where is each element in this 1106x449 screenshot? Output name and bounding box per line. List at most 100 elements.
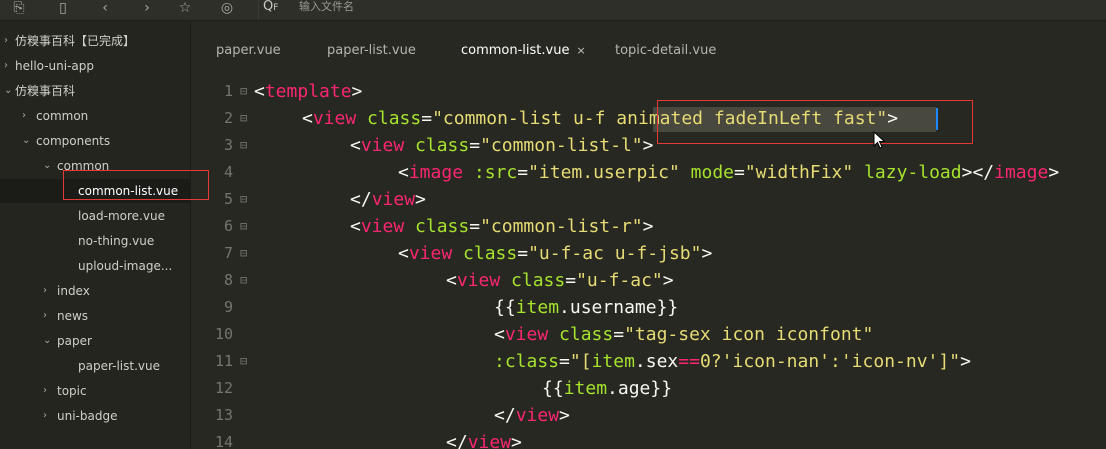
code-token: > [351,81,363,102]
code-token: < [398,243,409,264]
tree-folder[interactable]: › news [0,304,190,328]
close-icon[interactable]: × [576,44,585,57]
tree-folder[interactable]: ⌄ 仿糗事百科 [0,79,190,103]
tree-item-label: news [57,309,89,323]
code-line[interactable]: <view class="u-f-ac u-f-jsb"> [398,240,712,267]
chevron-right-icon[interactable]: › [22,104,34,128]
code-token: = [517,243,529,264]
code-token: 0?'icon-nan':'icon-nv']" [699,351,961,372]
code-line[interactable]: <view class="tag-sex icon iconfont" [494,321,873,348]
line-number: 11 [214,352,233,370]
code-token: "tag-sex icon iconfont" [624,324,874,345]
code-token: == [678,351,700,372]
code-token: view [515,405,560,426]
code-line[interactable]: </view> [446,429,522,449]
fold-toggle-icon[interactable]: ⊟ [240,213,247,240]
chevron-right-icon[interactable]: › [43,279,55,303]
tree-folder[interactable]: ⌄ components [0,129,190,153]
chevron-down-icon[interactable]: ⌄ [43,154,55,178]
tree-folder[interactable]: › index [0,279,190,303]
code-token: = [613,324,625,345]
fold-toggle-icon[interactable]: ⊟ [240,78,247,105]
annotation-highlight-box [63,170,209,200]
save-icon[interactable]: ▯ [52,1,74,19]
line-number: 9 [223,298,233,316]
tab-common-list-vue[interactable]: common-list.vue × [461,41,586,65]
chevron-right-icon[interactable]: › [43,404,55,428]
fold-toggle-icon[interactable]: ⊟ [240,267,247,294]
tab-paper-vue[interactable]: paper.vue [216,41,281,65]
star-icon[interactable]: ☆ [174,1,196,19]
code-line[interactable]: </view> [350,186,426,213]
editor-tabs: paper.vue paper-list.vue common-list.vue × t… [191,21,1106,73]
code-token: view [360,216,405,237]
code-token: .sex [634,351,679,372]
code-token: view [408,243,453,264]
tree-folder[interactable]: ⌄ paper [0,329,190,353]
line-number: 14 [214,433,233,449]
chevron-right-icon[interactable]: › [43,379,55,403]
code-token: > [642,135,654,156]
search-icon: QF [263,0,279,14]
tree-file[interactable]: no-thing.vue [0,229,190,253]
run-icon[interactable]: ◎ [216,1,238,19]
chevron-down-icon[interactable]: ⌄ [22,129,34,153]
code-line[interactable]: :class="[item.sex==0?'icon-nan':'icon-nv… [494,348,971,375]
code-editor[interactable]: 1 ⊟ <template> 2 ⊟ <view class="common-list u… [191,73,1106,449]
line-number: 12 [214,379,233,397]
tree-folder[interactable]: › common [0,104,190,128]
code-token: < [350,216,361,237]
tree-folder[interactable]: › uni-badge [0,404,190,428]
fold-toggle-icon[interactable]: ⊟ [240,186,247,213]
new-file-icon[interactable]: ⎘ [8,1,30,19]
line-number: 10 [214,325,233,343]
file-search-box[interactable]: QF [258,0,1106,20]
tab-paper-list-vue[interactable]: paper-list.vue [327,41,416,65]
code-line[interactable]: <view class="common-list-l"> [350,132,653,159]
line-number: 1 [223,82,233,100]
fold-toggle-icon[interactable]: ⊟ [240,132,247,159]
code-token: < [302,108,313,129]
code-line[interactable]: {{item.username}} [494,294,678,321]
tree-folder[interactable]: › hello-uni-app [0,54,190,78]
code-token: :src [473,162,518,183]
chevron-right-icon[interactable]: › [43,304,55,328]
code-token: item [563,378,608,399]
code-token: "widthFix" [744,162,854,183]
tree-file[interactable]: load-more.vue [0,204,190,228]
tree-folder[interactable]: › 仿糗事百科【已完成】 [0,29,190,53]
file-search-input[interactable] [299,0,699,14]
tree-item-label: topic [57,384,87,398]
code-token: "u-f-ac" [576,270,663,291]
tree-item-label: paper [57,334,92,348]
code-line[interactable]: <template> [254,78,362,105]
tab-topic-detail-vue[interactable]: topic-detail.vue [615,41,716,65]
code-line[interactable]: <view class="u-f-ac"> [446,267,674,294]
code-line[interactable]: <image :src="item.userpic" mode="widthFi… [398,159,1059,186]
tree-item-label: components [36,134,111,148]
tree-file[interactable]: paper-list.vue [0,354,190,378]
fold-toggle-icon[interactable]: ⊟ [240,240,247,267]
code-line[interactable]: {{item.age}} [542,375,672,402]
code-token: view [371,189,416,210]
code-token: > [960,351,971,372]
code-token: class [463,243,518,264]
code-token: "item.userpic" [528,162,680,183]
tab-label: common-list.vue [461,43,570,58]
code-token: < [446,270,457,291]
code-token: {{ [542,378,564,399]
back-icon[interactable]: ‹ [94,1,116,19]
tree-file[interactable]: uploud-image... [0,254,190,278]
tree-item-label: uni-badge [57,409,118,423]
code-token: > [511,432,522,449]
fold-toggle-icon[interactable]: ⊟ [240,105,247,132]
tree-item-label: common [36,109,89,123]
code-token: ></ [961,162,995,183]
tree-folder[interactable]: › topic [0,379,190,403]
chevron-down-icon[interactable]: ⌄ [43,329,55,353]
forward-icon[interactable]: › [136,1,158,19]
code-line[interactable]: <view class="common-list-r"> [350,213,653,240]
fold-toggle-icon[interactable]: ⊟ [240,348,247,375]
code-line[interactable]: </view> [494,402,570,429]
